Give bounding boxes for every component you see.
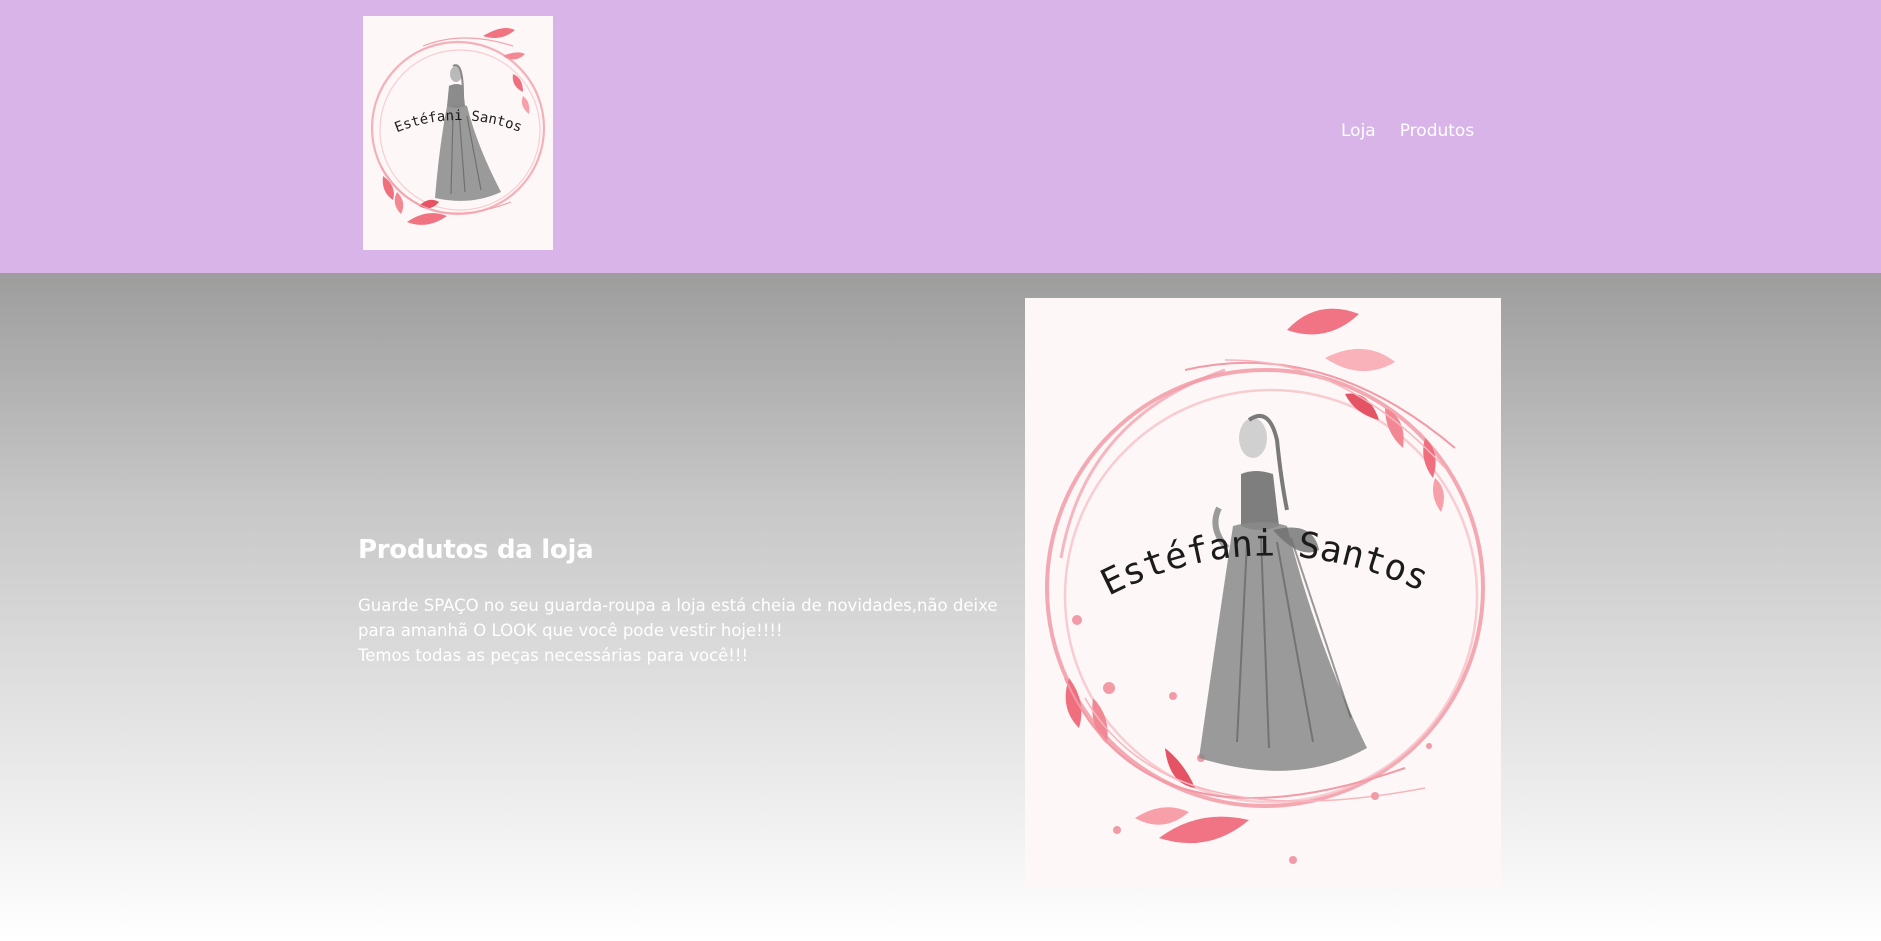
nav-link-produtos[interactable]: Produtos (1400, 121, 1474, 141)
hero-description: Guarde SPAÇO no seu guarda-roupa a loja … (358, 593, 998, 668)
hero-section: Produtos da loja Guarde SPAÇO no seu gua… (0, 273, 1881, 941)
hero-title: Produtos da loja (358, 535, 594, 565)
hero-description-line1: Guarde SPAÇO no seu guarda-roupa a loja … (358, 596, 998, 640)
nav-link-loja[interactable]: Loja (1341, 121, 1376, 141)
brand-logo[interactable]: Estéfani Santos (363, 16, 553, 250)
hero-illustration: Estéfani Santos (1045, 308, 1485, 864)
site-header: Estéfani Santos Loja Produtos (0, 0, 1881, 273)
hero-image: Estéfani Santos (1025, 298, 1501, 888)
main-nav: Loja Produtos (1341, 121, 1474, 141)
hero-description-line2: Temos todas as peças necessárias para vo… (358, 646, 749, 665)
logo-illustration: Estéfani Santos (370, 28, 546, 225)
